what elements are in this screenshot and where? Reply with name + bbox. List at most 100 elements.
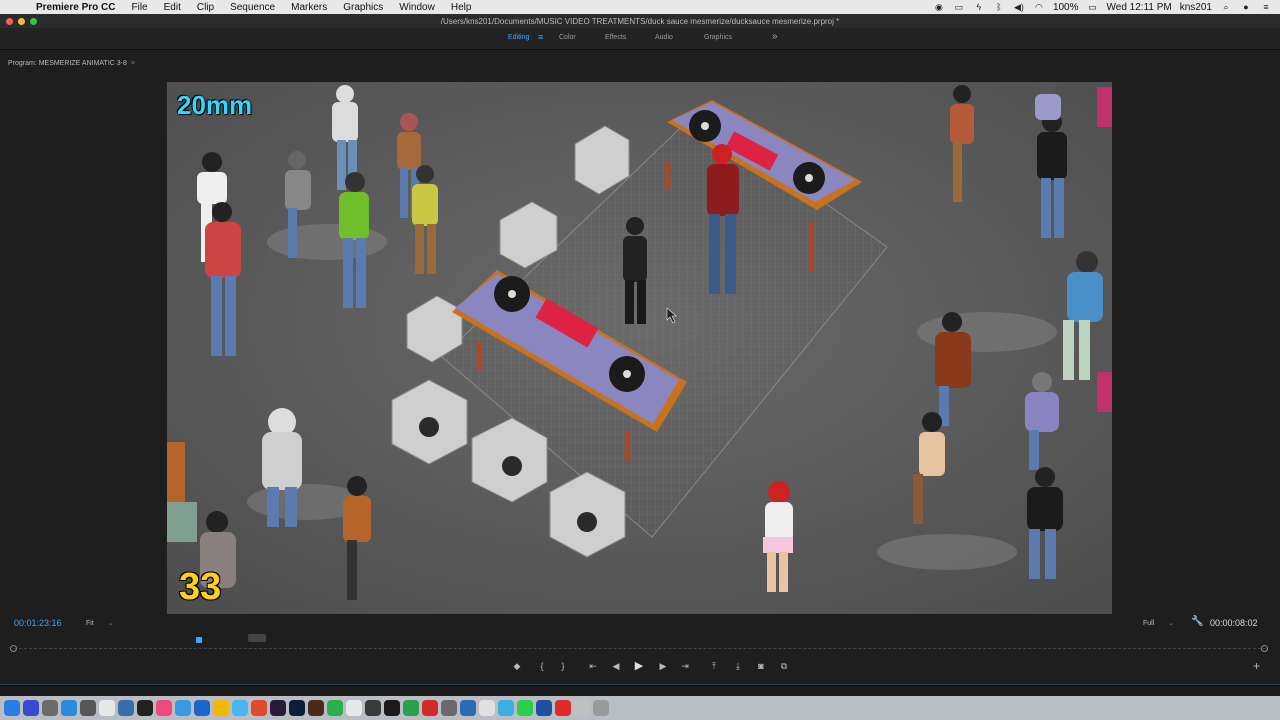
- notification-center-icon[interactable]: ≡: [1260, 2, 1272, 12]
- cinema4d-icon[interactable]: [422, 700, 438, 716]
- safari-icon[interactable]: [175, 700, 191, 716]
- zoom-scroll-end-handle[interactable]: [1261, 645, 1268, 652]
- system-preferences-icon[interactable]: [80, 700, 96, 716]
- volume-icon[interactable]: ◀): [1013, 2, 1025, 12]
- display-icon[interactable]: ▭: [953, 2, 965, 12]
- program-title: Program: MESMERIZE ANIMATIC 3-8: [8, 60, 127, 67]
- skype-icon[interactable]: [498, 700, 514, 716]
- itunes-icon[interactable]: [156, 700, 172, 716]
- step-back-icon[interactable]: ◀: [609, 659, 623, 673]
- resolution-value: Full: [1143, 620, 1155, 627]
- menu-edit[interactable]: Edit: [156, 2, 189, 13]
- battery-icon[interactable]: ▭: [1087, 2, 1099, 12]
- settings-wrench-icon[interactable]: 🔧: [1191, 616, 1203, 627]
- textedit-icon[interactable]: [99, 700, 115, 716]
- screen-record-icon[interactable]: ◉: [933, 2, 945, 12]
- chrome-icon[interactable]: [213, 700, 229, 716]
- zoom-scroll-start-handle[interactable]: [10, 645, 17, 652]
- workspace-tab-graphics[interactable]: Graphics: [704, 34, 732, 41]
- chevron-down-icon: ⌄: [1168, 620, 1175, 627]
- siri-icon[interactable]: ●: [1240, 2, 1252, 12]
- play-icon[interactable]: ▶: [632, 659, 646, 673]
- chevron-down-icon: ⌄: [107, 620, 114, 627]
- mark-out-icon[interactable]: }: [556, 659, 570, 673]
- notes-icon[interactable]: [346, 700, 362, 716]
- whatsapp-icon[interactable]: [517, 700, 533, 716]
- quicktime-icon[interactable]: [194, 700, 210, 716]
- zoom-level-dropdown[interactable]: Fit ⌄: [86, 619, 114, 627]
- workspace-tab-editing[interactable]: Editing: [508, 34, 529, 41]
- menu-sequence[interactable]: Sequence: [222, 2, 283, 13]
- terminal-icon[interactable]: [137, 700, 153, 716]
- menu-markers[interactable]: Markers: [283, 2, 335, 13]
- window-title-bar: /Users/kns201/Documents/MUSIC VIDEO TREA…: [0, 14, 1280, 28]
- trash-icon[interactable]: [593, 700, 609, 716]
- compare-view-icon[interactable]: ⧉: [777, 659, 791, 673]
- acrobat-icon[interactable]: [555, 700, 571, 716]
- in-out-range-marker[interactable]: [248, 634, 266, 642]
- bluetooth-icon[interactable]: ᛒ: [993, 2, 1005, 12]
- app-store-icon[interactable]: [61, 700, 77, 716]
- step-forward-icon[interactable]: ▶: [656, 659, 670, 673]
- after-effects-icon[interactable]: [308, 700, 324, 716]
- playback-resolution-dropdown[interactable]: Full ⌄: [1143, 619, 1174, 627]
- messages-icon[interactable]: [479, 700, 495, 716]
- workspace-menu-icon[interactable]: ≡: [538, 32, 543, 42]
- siri-dock-icon[interactable]: [23, 700, 39, 716]
- panel-menu-icon[interactable]: ≡: [131, 60, 135, 67]
- more-workspaces-icon[interactable]: »: [772, 31, 778, 42]
- mark-in-icon[interactable]: {: [535, 659, 549, 673]
- animatic-scene-image: [167, 82, 1112, 614]
- project-path: /Users/kns201/Documents/MUSIC VIDEO TREA…: [440, 16, 840, 26]
- workspace-tab-effects[interactable]: Effects: [605, 34, 626, 41]
- username[interactable]: kns201: [1180, 2, 1212, 13]
- add-marker-icon[interactable]: ◆: [510, 659, 524, 673]
- go-to-out-icon[interactable]: ⇥: [678, 659, 692, 673]
- panel-title[interactable]: Program: MESMERIZE ANIMATIC 3-8 ≡: [8, 60, 135, 67]
- spotlight-search-icon[interactable]: ⌕: [1220, 2, 1232, 12]
- premiere-pro-icon[interactable]: [270, 700, 286, 716]
- menu-app-name[interactable]: Premiere Pro CC: [28, 2, 123, 13]
- menu-help[interactable]: Help: [443, 2, 480, 13]
- photoshop-icon[interactable]: [289, 700, 305, 716]
- go-to-in-icon[interactable]: ⇤: [586, 659, 600, 673]
- battery-percent: 100%: [1052, 1, 1079, 13]
- spotify-icon[interactable]: [403, 700, 419, 716]
- program-video-frame[interactable]: 20mm 33: [167, 82, 1112, 614]
- sequence-duration: 00:00:08:02: [1210, 618, 1258, 628]
- workspace-tab-audio[interactable]: Audio: [655, 34, 673, 41]
- dock-spacer: [0, 686, 1280, 696]
- divider-accent: [0, 684, 1280, 685]
- transport-controls: ◆ { } ⇤ ◀ ▶ ▶ ⇥ ⤒ ⤓ ◙ ⧉: [0, 657, 1280, 675]
- lightning-icon[interactable]: ϟ: [973, 2, 985, 12]
- photos-icon[interactable]: [251, 700, 267, 716]
- playhead-timecode[interactable]: 00:01:23:16: [14, 618, 62, 628]
- zoom-level-value: Fit: [86, 620, 94, 627]
- word-icon[interactable]: [536, 700, 552, 716]
- macos-menu-bar: Premiere Pro CC File Edit Clip Sequence …: [0, 0, 1280, 14]
- export-frame-icon[interactable]: ◙: [754, 659, 768, 673]
- preview-icon[interactable]: [118, 700, 134, 716]
- button-editor-add-icon[interactable]: +: [1253, 659, 1260, 673]
- lift-icon[interactable]: ⤒: [707, 659, 721, 673]
- menu-window[interactable]: Window: [391, 2, 443, 13]
- menu-file[interactable]: File: [123, 2, 155, 13]
- clock[interactable]: Wed 12:11 PM: [1107, 2, 1172, 13]
- facetime-icon[interactable]: [327, 700, 343, 716]
- wifi-icon[interactable]: ◠: [1033, 2, 1045, 12]
- steam-icon[interactable]: [441, 700, 457, 716]
- audition-icon[interactable]: [384, 700, 400, 716]
- extract-icon[interactable]: ⤓: [731, 659, 745, 673]
- menu-graphics[interactable]: Graphics: [335, 2, 391, 13]
- playhead-marker[interactable]: [196, 637, 202, 643]
- workspace-bar: Editing ≡ Color Effects Audio Graphics »: [0, 28, 1280, 50]
- launchpad-icon[interactable]: [42, 700, 58, 716]
- finder-icon[interactable]: [4, 700, 20, 716]
- macos-dock: [0, 696, 1280, 720]
- calendar-icon[interactable]: [232, 700, 248, 716]
- menu-clip[interactable]: Clip: [189, 2, 222, 13]
- workspace-tab-color[interactable]: Color: [559, 34, 576, 41]
- downloads-folder-icon[interactable]: [574, 700, 590, 716]
- mail-icon[interactable]: [460, 700, 476, 716]
- media-encoder-icon[interactable]: [365, 700, 381, 716]
